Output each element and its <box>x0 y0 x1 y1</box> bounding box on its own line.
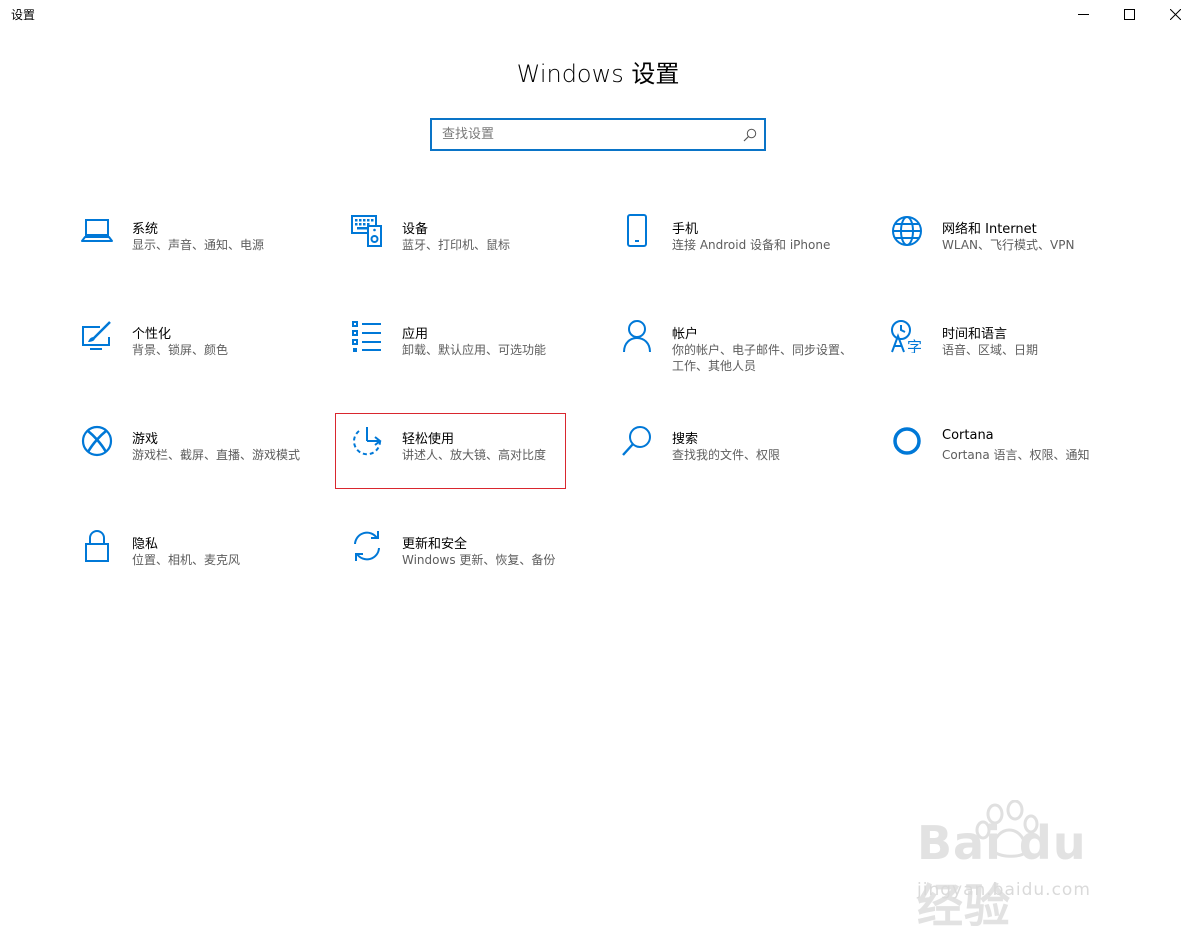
window-title: 设置 <box>11 8 36 22</box>
maximize-button[interactable] <box>1106 0 1152 30</box>
tile-desc: 讲述人、放大镜、高对比度 <box>402 448 547 462</box>
xbox-icon <box>81 425 113 457</box>
close-button[interactable] <box>1152 0 1196 30</box>
tile-title: 轻松使用 <box>402 432 455 447</box>
tile-personalization[interactable]: 个性化 背景、锁屏、颜色 <box>80 319 312 395</box>
globe-icon <box>892 216 922 246</box>
tile-desc: 卸载、默认应用、可选功能 <box>402 343 547 357</box>
svg-text:字: 字 <box>907 338 922 353</box>
paint-monitor-icon <box>82 321 111 350</box>
cortana-icon <box>893 427 921 455</box>
lock-icon <box>85 530 109 562</box>
tile-update-security[interactable]: 更新和安全 Windows 更新、恢复、备份 <box>350 529 582 605</box>
tile-title: 搜索 <box>672 432 699 447</box>
tile-desc: 蓝牙、打印机、鼠标 <box>402 238 511 252</box>
tile-desc: WLAN、飞行模式、VPN <box>942 238 1075 252</box>
search-input[interactable] <box>432 120 732 149</box>
tile-network[interactable]: 网络和 Internet WLAN、飞行模式、VPN <box>890 214 1122 290</box>
tile-system[interactable]: 系统 显示、声音、通知、电源 <box>80 214 312 290</box>
tile-desc: 你的帐户、电子邮件、同步设置、工作、其他人员 <box>672 343 853 373</box>
watermark-url: jingyan.baidu.com <box>917 880 1091 900</box>
tile-title: 手机 <box>672 222 699 237</box>
tile-time-language[interactable]: 字 时间和语言 语音、区域、日期 <box>890 319 1122 395</box>
baidu-watermark: Bai du 经验 jingyan.baidu.com <box>905 800 1145 933</box>
title-bar: 设置 <box>0 0 1196 30</box>
time-language-icon: 字 <box>891 320 922 353</box>
minimize-button[interactable] <box>1060 0 1106 30</box>
tile-title: Cortana <box>942 428 994 443</box>
page-title: Windows 设置 <box>516 60 680 88</box>
laptop-icon <box>81 219 113 242</box>
apps-list-icon <box>352 321 381 352</box>
tile-title: 设备 <box>402 222 429 237</box>
tile-accounts[interactable]: 帐户 你的帐户、电子邮件、同步设置、工作、其他人员 <box>620 319 852 395</box>
ease-of-access-icon <box>353 427 382 456</box>
search-icon[interactable] <box>743 128 757 142</box>
watermark-brand: Bai du 经验 <box>917 816 1087 933</box>
keyboard-speaker-icon <box>351 215 382 247</box>
tile-title: 更新和安全 <box>402 537 468 552</box>
tile-desc: 游戏栏、截屏、直播、游戏模式 <box>132 448 301 462</box>
tile-phone[interactable]: 手机 连接 Android 设备和 iPhone <box>620 214 852 290</box>
tile-ease-of-access[interactable]: 轻松使用 讲述人、放大镜、高对比度 <box>350 424 582 500</box>
tile-desc: 背景、锁屏、颜色 <box>132 343 229 357</box>
tile-title: 隐私 <box>132 537 159 552</box>
tile-gaming[interactable]: 游戏 游戏栏、截屏、直播、游戏模式 <box>80 424 312 500</box>
tile-title: 帐户 <box>672 327 699 342</box>
close-icon <box>1170 9 1181 20</box>
search-box[interactable] <box>430 118 766 151</box>
tile-desc: Cortana 语言、权限、通知 <box>942 448 1090 462</box>
tile-desc: Windows 更新、恢复、备份 <box>402 553 556 567</box>
tile-desc: 位置、相机、麦克风 <box>132 553 241 567</box>
tile-desc: 语音、区域、日期 <box>942 343 1039 357</box>
minimize-icon <box>1078 14 1089 15</box>
tile-apps[interactable]: 应用 卸载、默认应用、可选功能 <box>350 319 582 395</box>
tile-search[interactable]: 搜索 查找我的文件、权限 <box>620 424 852 500</box>
phone-icon <box>627 214 647 247</box>
tile-title: 网络和 Internet <box>942 222 1037 237</box>
tile-title: 个性化 <box>132 327 172 342</box>
tile-desc: 显示、声音、通知、电源 <box>132 238 265 252</box>
tile-desc: 查找我的文件、权限 <box>672 448 781 462</box>
person-icon <box>623 320 651 353</box>
sync-icon <box>354 531 380 561</box>
tile-title: 时间和语言 <box>942 327 1008 342</box>
maximize-icon <box>1124 9 1135 20</box>
tile-desc: 连接 Android 设备和 iPhone <box>672 238 831 252</box>
tile-title: 系统 <box>132 222 159 237</box>
tile-privacy[interactable]: 隐私 位置、相机、麦克风 <box>80 529 312 605</box>
tile-cortana[interactable]: Cortana Cortana 语言、权限、通知 <box>890 424 1122 500</box>
search-icon <box>622 426 651 456</box>
tile-title: 应用 <box>402 327 429 342</box>
tile-title: 游戏 <box>132 432 159 447</box>
tile-devices[interactable]: 设备 蓝牙、打印机、鼠标 <box>350 214 582 290</box>
